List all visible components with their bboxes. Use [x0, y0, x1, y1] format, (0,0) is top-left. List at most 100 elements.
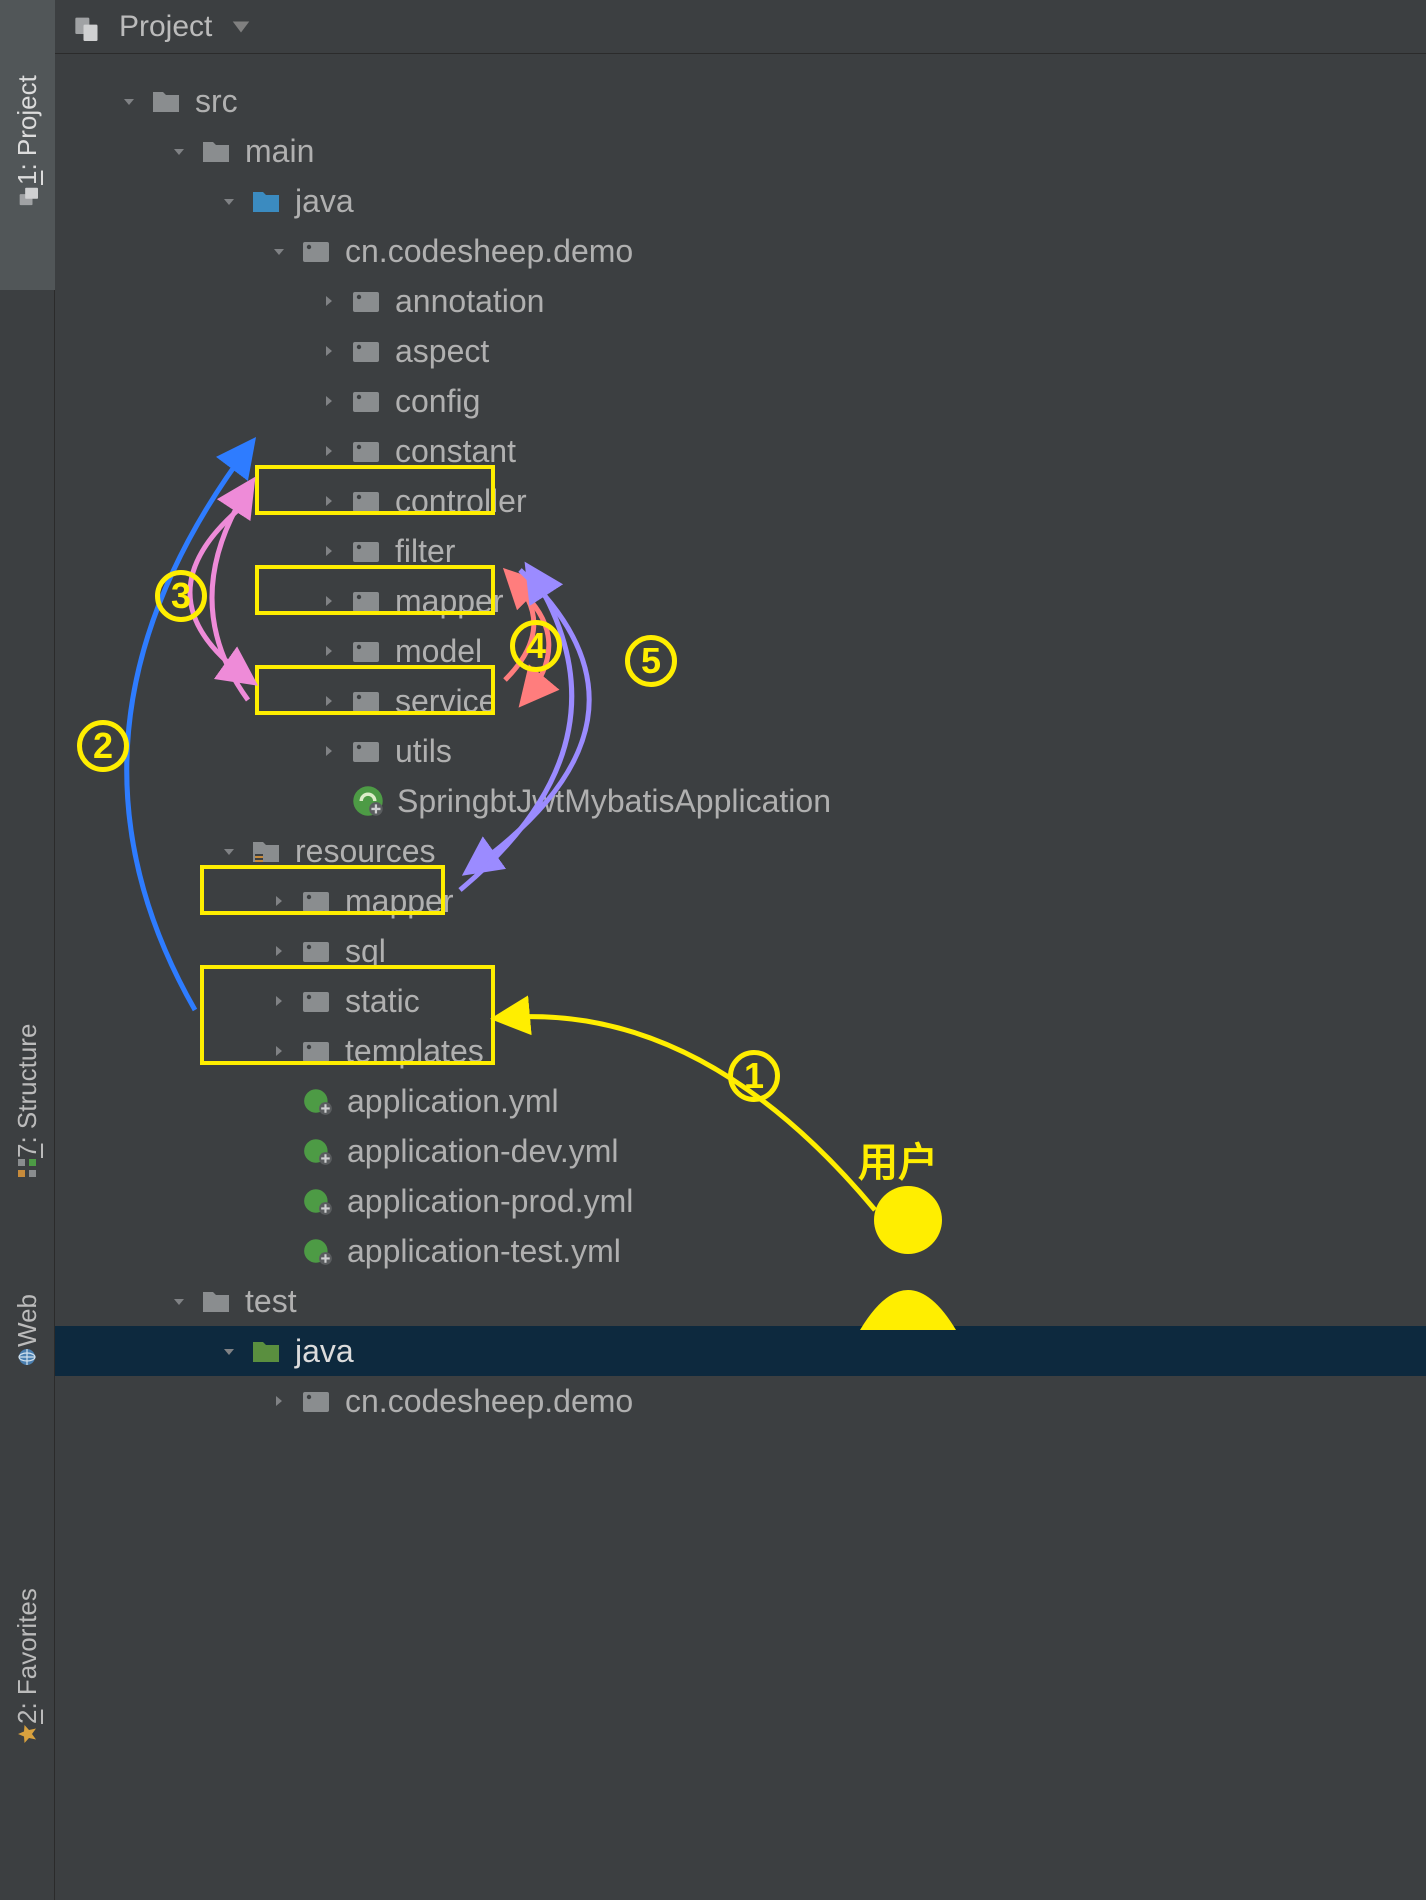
yml-icon: [301, 1184, 335, 1218]
toolwindow-structure-label: 7: Structure: [12, 1024, 43, 1158]
tree-row-utils[interactable]: utils: [55, 726, 1426, 776]
project-icon: [17, 185, 39, 207]
chevron-right-icon[interactable]: [315, 437, 343, 465]
tree-node-label: application-dev.yml: [341, 1135, 619, 1167]
chevron-right-icon[interactable]: [315, 537, 343, 565]
chevron-right-icon[interactable]: [265, 987, 293, 1015]
tree-node-label: mapper: [339, 885, 454, 917]
chevron-down-icon[interactable]: [165, 1287, 193, 1315]
yml-icon: [301, 1084, 335, 1118]
tree-row-sql[interactable]: sql: [55, 926, 1426, 976]
tree-node-label: service: [389, 685, 496, 717]
chevron-down-icon[interactable]: [115, 87, 143, 115]
pkg-icon: [349, 584, 383, 618]
tree-node-label: aspect: [389, 335, 489, 367]
chevron-down-icon[interactable]: [215, 187, 243, 215]
chevron-right-icon[interactable]: [265, 887, 293, 915]
tree-row-static[interactable]: static: [55, 976, 1426, 1026]
pkg-icon: [299, 1034, 333, 1068]
chevron-right-icon[interactable]: [315, 587, 343, 615]
chevron-right-icon[interactable]: [315, 737, 343, 765]
tree-node-label: sql: [339, 935, 386, 967]
pkg-icon: [349, 684, 383, 718]
toolwindow-project-tab[interactable]: 1: Project: [0, 0, 55, 290]
chevron-right-icon[interactable]: [315, 687, 343, 715]
toolwindow-favorites-tab[interactable]: 2: Favorites: [0, 1530, 55, 1810]
tree-node-label: cn.codesheep.demo: [339, 1385, 633, 1417]
tree-row-src[interactable]: src: [55, 76, 1426, 126]
pkg-icon: [349, 484, 383, 518]
toolwindow-structure-tab[interactable]: 7: Structure: [0, 980, 55, 1230]
tree-node-label: config: [389, 385, 480, 417]
chevron-right-icon[interactable]: [315, 387, 343, 415]
pkg-icon: [349, 634, 383, 668]
tree-node-label: utils: [389, 735, 452, 767]
tree-row-application-yml[interactable]: application.yml: [55, 1076, 1426, 1126]
toolwindow-web-label: Web: [12, 1295, 43, 1348]
tree-node-label: application-prod.yml: [341, 1185, 633, 1217]
tree-row-cn-codesheep-demo[interactable]: cn.codesheep.demo: [55, 1376, 1426, 1426]
tree-row-resources[interactable]: resources: [55, 826, 1426, 876]
chevron-down-icon[interactable]: [215, 837, 243, 865]
project-panel-header: Project: [55, 0, 1426, 54]
tree-node-label: annotation: [389, 285, 544, 317]
tree-row-springbtjwtmybatisapplication[interactable]: SpringbtJwtMybatisApplication: [55, 776, 1426, 826]
tree-node-label: java: [289, 185, 354, 217]
tree-node-label: mapper: [389, 585, 504, 617]
tree-node-label: templates: [339, 1035, 484, 1067]
view-mode-dropdown-icon[interactable]: [230, 16, 252, 38]
tree-node-label: application.yml: [341, 1085, 559, 1117]
tree-row-config[interactable]: config: [55, 376, 1426, 426]
pkg-icon: [349, 284, 383, 318]
chevron-right-icon[interactable]: [315, 487, 343, 515]
folder-blue-icon: [249, 184, 283, 218]
folder-gray-icon: [199, 134, 233, 168]
tree-node-label: controller: [389, 485, 527, 517]
tree-row-application-prod-yml[interactable]: application-prod.yml: [55, 1176, 1426, 1226]
tree-row-application-dev-yml[interactable]: application-dev.yml: [55, 1126, 1426, 1176]
tree-row-mapper[interactable]: mapper: [55, 576, 1426, 626]
chevron-right-icon[interactable]: [315, 637, 343, 665]
chevron-right-icon[interactable]: [265, 1387, 293, 1415]
yml-icon: [301, 1134, 335, 1168]
tree-node-label: java: [289, 1335, 354, 1367]
chevron-right-icon[interactable]: [265, 937, 293, 965]
chevron-right-icon[interactable]: [315, 287, 343, 315]
tree-row-test[interactable]: test: [55, 1276, 1426, 1326]
tree-row-aspect[interactable]: aspect: [55, 326, 1426, 376]
spring-icon: [351, 784, 385, 818]
pkg-icon: [299, 234, 333, 268]
chevron-down-icon[interactable]: [215, 1337, 243, 1365]
toolwindow-web-tab[interactable]: Web: [0, 1260, 55, 1410]
tree-node-label: cn.codesheep.demo: [339, 235, 633, 267]
chevron-right-icon[interactable]: [265, 1037, 293, 1065]
toolwindow-favorites-label: 2: Favorites: [12, 1588, 43, 1724]
chevron-down-icon[interactable]: [265, 237, 293, 265]
tree-node-label: model: [389, 635, 482, 667]
tree-node-label: static: [339, 985, 420, 1017]
tree-row-main[interactable]: main: [55, 126, 1426, 176]
tree-row-templates[interactable]: templates: [55, 1026, 1426, 1076]
tree-row-filter[interactable]: filter: [55, 526, 1426, 576]
tree-row-java[interactable]: java: [55, 176, 1426, 226]
tree-node-label: resources: [289, 835, 436, 867]
tree-row-application-test-yml[interactable]: application-test.yml: [55, 1226, 1426, 1276]
yml-icon: [301, 1234, 335, 1268]
project-icon: [73, 13, 101, 41]
tree-row-mapper[interactable]: mapper: [55, 876, 1426, 926]
chevron-right-icon[interactable]: [315, 337, 343, 365]
tree-row-constant[interactable]: constant: [55, 426, 1426, 476]
project-tree[interactable]: src main java cn.codesheep.demo annotation as…: [55, 54, 1426, 1900]
folder-green-icon: [249, 1334, 283, 1368]
tree-row-annotation[interactable]: annotation: [55, 276, 1426, 326]
tree-row-model[interactable]: model: [55, 626, 1426, 676]
pkg-icon: [299, 884, 333, 918]
tree-row-java[interactable]: java: [55, 1326, 1426, 1376]
structure-icon: [18, 1158, 38, 1178]
tree-row-service[interactable]: service: [55, 676, 1426, 726]
tree-row-controller[interactable]: controller: [55, 476, 1426, 526]
tree-node-label: src: [189, 85, 238, 117]
folder-gray-icon: [149, 84, 183, 118]
tree-row-cn-codesheep-demo[interactable]: cn.codesheep.demo: [55, 226, 1426, 276]
chevron-down-icon[interactable]: [165, 137, 193, 165]
